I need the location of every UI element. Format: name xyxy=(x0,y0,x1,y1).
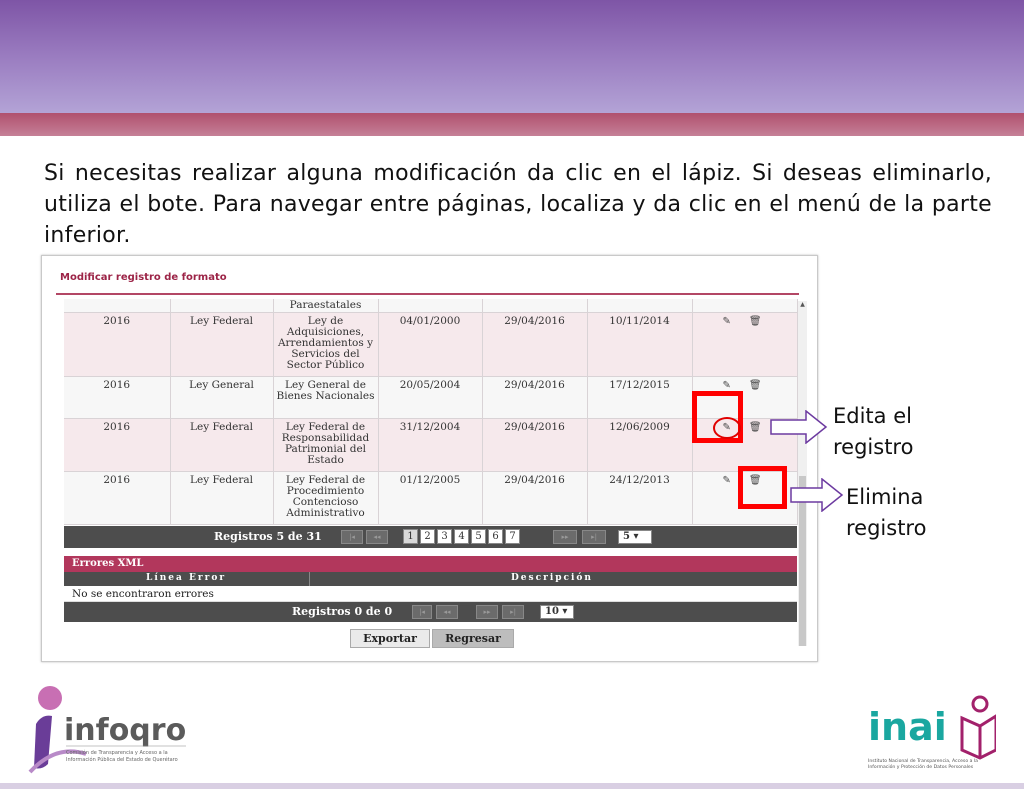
edit-arrow-icon xyxy=(770,410,828,444)
date-cell: 10/11/2014 xyxy=(587,312,693,377)
type-cell: Ley General xyxy=(170,376,274,419)
last-page-button[interactable]: ▸| xyxy=(582,530,606,544)
table-row[interactable]: 2016 Ley Federal Ley de Adquisiciones, A… xyxy=(64,312,798,377)
errors-pager: Registros 0 de 0 |◂ ◂◂ ▸▸ ▸| 10 ▾ xyxy=(64,602,797,622)
slide: Si necesitas realizar alguna modificació… xyxy=(0,0,1024,789)
edit-callout: Edita el registro xyxy=(833,404,914,459)
errors-pager-label: Registros 0 de 0 xyxy=(292,605,393,618)
table-row: Paraestatales xyxy=(64,299,798,313)
next-page-button[interactable]: ▸▸ xyxy=(553,530,577,544)
delete-callout: Elimina registro xyxy=(846,485,927,540)
scrollbar[interactable]: ▲ xyxy=(798,301,807,646)
delete-highlight-box xyxy=(738,466,787,509)
page-5-button[interactable]: 5 xyxy=(471,529,486,544)
type-cell: Ley Federal xyxy=(170,418,274,472)
table-row[interactable]: 2016 Ley Federal Ley Federal de Responsa… xyxy=(64,418,798,472)
next-page-button[interactable]: ▸▸ xyxy=(476,605,498,619)
page-4-button[interactable]: 4 xyxy=(454,529,469,544)
name-cell: Ley de Adquisiciones, Arrendamientos y S… xyxy=(273,312,379,377)
page-size-select[interactable]: 10 ▾ xyxy=(540,605,574,619)
date-cell: 29/04/2016 xyxy=(482,376,588,419)
header-band xyxy=(0,0,1024,113)
pager-label: Registros 5 de 31 xyxy=(214,530,322,543)
year-cell: 2016 xyxy=(64,312,171,377)
date-cell: 29/04/2016 xyxy=(482,471,588,525)
table-row[interactable]: 2016 Ley General Ley General de Bienes N… xyxy=(64,376,798,419)
svg-text:Información Pública del Estado: Información Pública del Estado de Querét… xyxy=(66,756,178,763)
svg-text:Información y Protección de Da: Información y Protección de Datos Person… xyxy=(868,763,974,770)
page-1-button[interactable]: 1 xyxy=(403,529,418,544)
type-cell: Ley Federal xyxy=(170,471,274,525)
header-strip xyxy=(0,113,1024,136)
date-cell: 31/12/2004 xyxy=(378,418,483,472)
page-size-select[interactable]: 5 ▾ xyxy=(618,530,652,544)
back-button[interactable]: Regresar xyxy=(432,629,514,648)
svg-text:Instituto Nacional de Transpar: Instituto Nacional de Transparencia, Acc… xyxy=(868,758,978,764)
page-2-button[interactable]: 2 xyxy=(420,529,435,544)
year-cell: 2016 xyxy=(64,376,171,419)
xml-errors-header: Línea Error Descripción xyxy=(64,572,797,586)
records-pager: Registros 5 de 31 |◂ ◂◂ 1 2 3 4 5 6 7 ▸▸… xyxy=(64,526,797,548)
panel-title: Modificar registro de formato xyxy=(60,272,227,283)
type-cell: Ley Federal xyxy=(170,312,274,377)
name-cell: Ley Federal de Procedimiento Contencioso… xyxy=(273,471,379,525)
svg-text:Comisión de Transparencia y Ac: Comisión de Transparencia y Acceso a la xyxy=(66,749,168,756)
export-button[interactable]: Exportar xyxy=(350,629,430,648)
date-cell: 04/01/2000 xyxy=(378,312,483,377)
trash-icon[interactable]: 🗑 xyxy=(749,380,762,391)
delete-arrow-icon xyxy=(790,478,844,512)
infoqro-logo: infoqro Comisión de Transparencia y Acce… xyxy=(28,686,186,774)
description-header: Descripción xyxy=(511,573,593,583)
trash-icon[interactable]: 🗑 xyxy=(749,422,762,433)
page-7-button[interactable]: 7 xyxy=(505,529,520,544)
page-6-button[interactable]: 6 xyxy=(488,529,503,544)
svg-text:infoqro: infoqro xyxy=(64,713,186,748)
name-cell: Ley General de Bienes Nacionales xyxy=(273,376,379,419)
date-cell: 01/12/2005 xyxy=(378,471,483,525)
table-cell: Paraestatales xyxy=(273,299,379,313)
instruction-text: Si necesitas realizar alguna modificació… xyxy=(44,161,992,248)
date-cell: 17/12/2015 xyxy=(587,376,693,419)
pencil-icon[interactable]: ✎ xyxy=(723,475,731,486)
year-cell: 2016 xyxy=(64,471,171,525)
first-page-button[interactable]: |◂ xyxy=(412,605,432,619)
name-cell: Ley Federal de Responsabilidad Patrimoni… xyxy=(273,418,379,472)
page-3-button[interactable]: 3 xyxy=(437,529,452,544)
xml-errors-title: Errores XML xyxy=(64,556,797,572)
trash-icon[interactable]: 🗑 xyxy=(749,316,762,327)
prev-page-button[interactable]: ◂◂ xyxy=(366,530,388,544)
actions-cell: ✎ 🗑 xyxy=(692,312,798,377)
inai-logo: inai Instituto Nacional de Transparencia… xyxy=(868,695,996,770)
screenshot-panel: Modificar registro de formato Paraestata… xyxy=(41,255,818,662)
date-cell: 29/04/2016 xyxy=(482,418,588,472)
footer-line xyxy=(0,783,1024,789)
xml-errors-message: No se encontraron errores xyxy=(64,586,797,602)
pencil-icon[interactable]: ✎ xyxy=(723,380,731,391)
year-cell: 2016 xyxy=(64,418,171,472)
date-cell: 20/05/2004 xyxy=(378,376,483,419)
edit-highlight-circle xyxy=(713,417,741,439)
scroll-up-arrow-icon[interactable]: ▲ xyxy=(798,301,807,308)
first-page-button[interactable]: |◂ xyxy=(341,530,363,544)
last-page-button[interactable]: ▸| xyxy=(502,605,524,619)
pencil-icon[interactable]: ✎ xyxy=(723,316,731,327)
prev-page-button[interactable]: ◂◂ xyxy=(436,605,458,619)
table-row[interactable]: 2016 Ley Federal Ley Federal de Procedim… xyxy=(64,471,798,525)
line-error-header: Línea Error xyxy=(146,573,227,583)
records-table: Paraestatales 2016 Ley Federal Ley de Ad… xyxy=(64,299,798,525)
date-cell: 12/06/2009 xyxy=(587,418,693,472)
panel-divider xyxy=(56,293,799,295)
svg-text:inai: inai xyxy=(868,705,947,749)
date-cell: 29/04/2016 xyxy=(482,312,588,377)
date-cell: 24/12/2013 xyxy=(587,471,693,525)
